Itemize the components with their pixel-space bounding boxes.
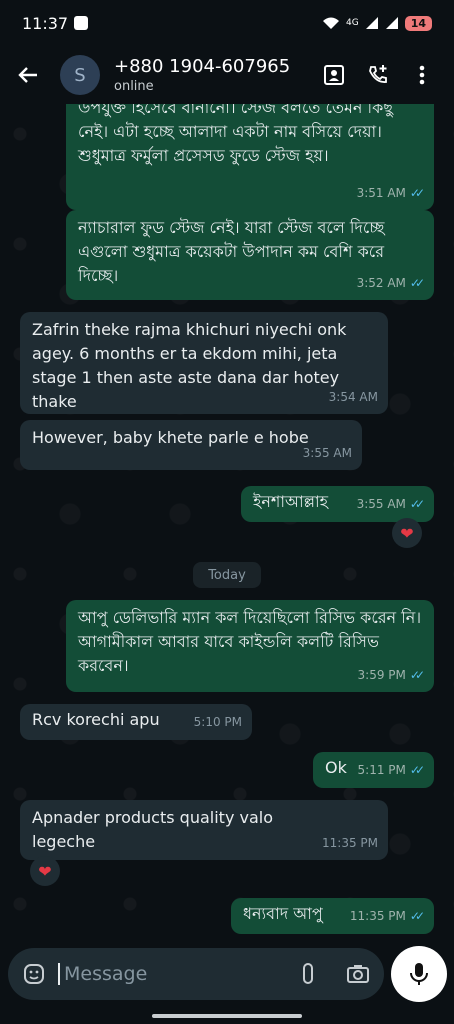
read-ticks-icon: ✓✓	[409, 763, 425, 777]
read-ticks-icon: ✓✓	[409, 909, 425, 923]
microphone-icon	[410, 963, 428, 985]
more-options-button[interactable]	[400, 55, 444, 95]
message-time: 3:55 AM	[356, 497, 406, 511]
read-ticks-icon: ✓✓	[409, 668, 425, 682]
message-outgoing[interactable]: আপু ডেলিভারি ম্যান কল দিয়েছিলো রিসিভ কর…	[66, 600, 434, 692]
avatar[interactable]: S	[60, 55, 100, 95]
read-ticks-icon: ✓✓	[409, 186, 425, 200]
message-incoming[interactable]: Rcv korechi apu 5:10 PM	[20, 704, 252, 740]
message-time: 5:10 PM	[193, 715, 242, 729]
clock: 11:37	[22, 13, 69, 33]
message-text: Zafrin theke rajma khichuri niyechi onk …	[32, 320, 347, 411]
notification-icon	[74, 16, 89, 30]
day-divider: Today	[193, 562, 261, 588]
voice-call-button[interactable]	[356, 55, 400, 95]
signal-icon-2	[385, 17, 398, 29]
message-text: ধন্যবাদ আপু	[243, 904, 323, 923]
contact-name: +880 1904-607965	[114, 56, 291, 77]
message-time: 11:35 PM	[322, 836, 378, 850]
message-text: ইনশাআল্লাহ	[253, 492, 329, 511]
kebab-menu-icon	[419, 65, 425, 85]
message-text: However, baby khete parle e hobe	[32, 428, 309, 447]
back-button[interactable]	[10, 57, 46, 93]
message-text: ন্যাচারাল ফুড স্টেজ নেই। যারা স্টেজ বলে …	[78, 218, 385, 285]
wifi-icon	[322, 17, 339, 29]
message-text: Rcv korechi apu	[32, 710, 160, 729]
mic-button[interactable]	[391, 946, 447, 1002]
message-composer: Message	[8, 948, 384, 1000]
contact-card-icon	[324, 65, 344, 85]
sticker-icon[interactable]	[22, 962, 46, 986]
battery-badge: 14	[404, 15, 432, 31]
message-outgoing[interactable]: উপযুক্ত হিসেবে বানানো। স্টেজ বলতে তেমন ক…	[66, 104, 434, 210]
message-text: Ok	[325, 758, 347, 777]
message-incoming[interactable]: Zafrin theke rajma khichuri niyechi onk …	[20, 312, 388, 414]
phone-add-icon	[369, 65, 387, 83]
message-time: 3:51 AM	[356, 186, 406, 200]
message-text: উপযুক্ত হিসেবে বানানো। স্টেজ বলতে তেমন ক…	[78, 104, 393, 165]
read-ticks-icon: ✓✓	[409, 276, 425, 290]
message-time: 3:55 AM	[302, 446, 352, 460]
heart-reaction-icon[interactable]: ❤	[392, 518, 422, 548]
message-time: 11:35 PM	[349, 909, 406, 923]
presence-status: online	[114, 79, 154, 94]
chat-area[interactable]: উপযুক্ত হিসেবে বানানো। স্টেজ বলতে তেমন ক…	[0, 104, 454, 940]
message-time: 3:52 AM	[356, 276, 406, 290]
read-ticks-icon: ✓✓	[409, 497, 425, 511]
signal-icon	[365, 17, 378, 29]
message-time: 3:59 PM	[357, 668, 406, 682]
message-text: Apnader products quality valo legeche	[32, 808, 273, 851]
status-bar: 11:37 4G 14	[0, 0, 454, 46]
message-incoming[interactable]: However, baby khete parle e hobe 3:55 AM	[20, 420, 362, 470]
message-incoming[interactable]: Apnader products quality valo legeche 11…	[20, 800, 388, 860]
heart-reaction-icon[interactable]: ❤	[30, 856, 60, 886]
status-right: 4G 14	[322, 15, 432, 31]
message-outgoing[interactable]: ধন্যবাদ আপু 11:35 PM ✓✓	[231, 898, 434, 934]
message-outgoing[interactable]: ন্যাচারাল ফুড স্টেজ নেই। যারা স্টেজ বলে …	[66, 210, 434, 300]
chat-header: S +880 1904-607965 online	[0, 46, 454, 104]
status-left: 11:37	[22, 13, 89, 33]
camera-icon[interactable]	[346, 962, 370, 986]
attach-icon[interactable]	[296, 962, 320, 986]
navigation-handle[interactable]	[152, 1014, 302, 1018]
video-call-button[interactable]	[312, 55, 356, 95]
message-outgoing[interactable]: Ok 5:11 PM ✓✓	[313, 752, 434, 788]
arrow-left-icon	[18, 67, 37, 83]
message-input[interactable]: Message	[58, 963, 296, 985]
network-label: 4G	[345, 18, 359, 28]
contact-info[interactable]: +880 1904-607965 online	[114, 56, 312, 94]
message-time: 5:11 PM	[357, 763, 406, 777]
message-time: 3:54 AM	[328, 390, 378, 404]
message-outgoing[interactable]: ইনশাআল্লাহ 3:55 AM ✓✓	[241, 486, 434, 522]
